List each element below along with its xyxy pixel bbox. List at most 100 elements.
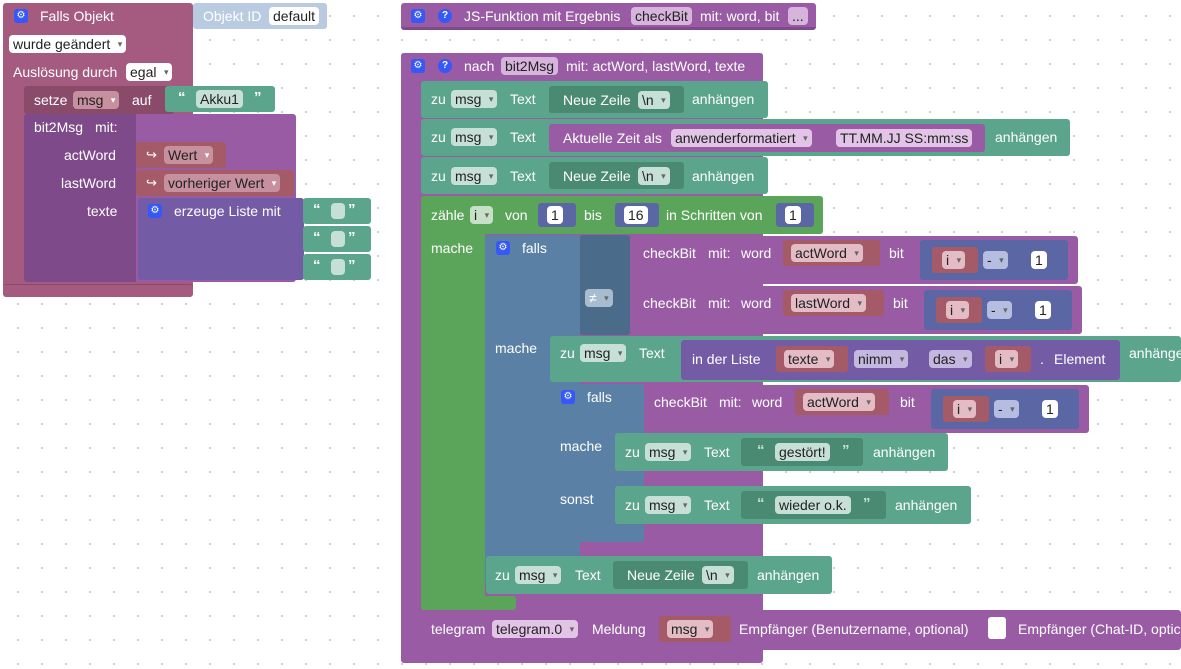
gear-icon[interactable]: ⚙ — [496, 241, 510, 255]
newline-label: Neue Zeile — [563, 168, 631, 184]
open-quote-icon: “ — [313, 257, 321, 274]
gear-icon[interactable]: ⚙ — [561, 390, 575, 404]
help-icon[interactable]: ? — [438, 59, 452, 73]
bit-label: bit — [893, 295, 908, 311]
msg-dropdown[interactable]: msg — [580, 344, 627, 362]
set-value-field[interactable]: Akku1 — [196, 90, 243, 108]
msg-dropdown[interactable]: msg — [515, 566, 562, 584]
i-dropdown[interactable]: i — [946, 301, 970, 319]
empty-string-field[interactable] — [331, 259, 345, 275]
append-label: anhängen — [692, 91, 755, 107]
gear-icon[interactable]: ⚙ — [14, 9, 28, 23]
msg-dropdown[interactable]: msg — [645, 443, 692, 461]
lastword-dropdown[interactable]: lastWord — [791, 294, 866, 312]
return-arrow-icon: ↪ — [146, 175, 157, 190]
close-quote-icon: ” — [348, 257, 356, 274]
msg-dropdown[interactable]: msg — [451, 90, 498, 108]
compare-dropdown[interactable]: ≠ — [585, 289, 613, 307]
newline-dropdown[interactable]: \n — [702, 566, 734, 584]
open-quote-icon: “ — [313, 201, 321, 218]
number-field[interactable]: 1 — [1035, 301, 1051, 319]
actword-dropdown[interactable]: actWord — [803, 393, 875, 411]
empty-string-field[interactable] — [331, 203, 345, 219]
bit-label: bit — [889, 245, 904, 261]
js-function-name[interactable]: checkBit — [631, 7, 692, 25]
number-field[interactable]: 1 — [1042, 400, 1058, 418]
change-dropdown[interactable]: wurde geändert — [9, 35, 127, 53]
close-quote-icon: ” — [863, 495, 871, 512]
procedure-params: mit: actWord, lastWord, texte — [566, 58, 746, 74]
close-quote-icon: ” — [254, 89, 262, 106]
minus-dropdown[interactable]: - — [983, 251, 1008, 269]
empty-input-slot[interactable] — [988, 617, 1006, 639]
count-loop-side — [421, 196, 485, 610]
param-actword: actWord — [64, 147, 116, 163]
trigger-dropdown[interactable]: egal — [126, 63, 173, 81]
recipient-chat-label: Empfänger (Chat-ID, optic — [1018, 621, 1181, 637]
msg-dropdown[interactable]: msg — [645, 496, 692, 514]
from-field[interactable]: 1 — [547, 206, 563, 224]
gear-icon[interactable]: ⚙ — [411, 59, 425, 73]
gear-icon[interactable]: ⚙ — [411, 9, 425, 23]
actword-dropdown[interactable]: actWord — [791, 244, 863, 262]
zu-label: zu — [431, 168, 446, 184]
checkbit-label: checkBit — [643, 295, 696, 311]
step-field[interactable]: 1 — [785, 206, 801, 224]
newline-dropdown[interactable]: \n — [638, 167, 670, 185]
value-prev-dropdown[interactable]: vorheriger Wert — [164, 174, 281, 192]
count-label: zähle — [431, 207, 465, 223]
do-label: mache — [495, 340, 538, 356]
to-label: bis — [584, 207, 602, 223]
newline-dropdown[interactable]: \n — [638, 91, 670, 109]
texte-dropdown[interactable]: texte — [784, 350, 835, 368]
msg-var-dropdown[interactable]: msg — [667, 620, 714, 638]
time-format-dropdown[interactable]: anwenderformatiert — [671, 129, 812, 147]
take-dropdown[interactable]: nimm — [854, 350, 909, 368]
open-quote-icon: “ — [313, 229, 321, 246]
close-quote-icon: ” — [348, 229, 356, 246]
telegram-instance-dropdown[interactable]: telegram.0 — [492, 620, 579, 638]
set-var-dropdown[interactable]: msg — [73, 91, 120, 109]
time-format-field[interactable]: TT.MM.JJ SS:mm:ss — [836, 129, 973, 147]
telegram-label: telegram — [431, 621, 486, 637]
msg-dropdown[interactable]: msg — [451, 167, 498, 185]
js-function-ellipsis[interactable]: ... — [788, 7, 808, 25]
open-quote-icon: “ — [178, 89, 186, 106]
text-label: Text — [510, 91, 536, 107]
i-dropdown[interactable]: i — [995, 350, 1019, 368]
value-wert-dropdown[interactable]: Wert — [164, 146, 214, 164]
gear-icon[interactable]: ⚙ — [148, 204, 162, 218]
number-field[interactable]: 1 — [1031, 251, 1047, 269]
msg-dropdown[interactable]: msg — [451, 128, 498, 146]
with-label: mit: — [708, 245, 731, 261]
the-dropdown[interactable]: das — [929, 350, 972, 368]
ok-field[interactable]: wieder o.k. — [775, 496, 851, 514]
dot-label: . — [1040, 351, 1044, 367]
checkbit-label: checkBit — [643, 245, 696, 261]
empty-string-field[interactable] — [331, 231, 345, 247]
param-texte: texte — [87, 203, 118, 219]
i-dropdown[interactable]: i — [953, 400, 977, 418]
procedure-name[interactable]: bit2Msg — [501, 57, 559, 75]
zu-label: zu — [431, 91, 446, 107]
trigger-label: Auslösung durch — [13, 64, 118, 80]
zu-label: zu — [431, 129, 446, 145]
message-label: Meldung — [592, 621, 646, 637]
event-header: Falls Objekt — [40, 8, 114, 24]
word-label: word — [741, 295, 772, 311]
minus-dropdown[interactable]: - — [987, 301, 1012, 319]
object-id-field[interactable]: default — [269, 7, 320, 25]
from-label: von — [505, 207, 528, 223]
with-label: mit: — [708, 295, 731, 311]
broken-field[interactable]: gestört! — [775, 443, 830, 461]
i-dropdown[interactable]: i — [942, 251, 966, 269]
return-arrow-icon: ↪ — [146, 147, 157, 162]
count-var-dropdown[interactable]: i — [470, 206, 494, 224]
minus-dropdown[interactable]: - — [994, 400, 1019, 418]
procedure-title: nach — [464, 58, 495, 74]
condition-block[interactable] — [580, 235, 630, 335]
bit-label: bit — [900, 394, 915, 410]
help-icon[interactable]: ? — [438, 9, 452, 23]
call-name: bit2Msg — [34, 119, 84, 135]
to-field[interactable]: 16 — [624, 206, 648, 224]
